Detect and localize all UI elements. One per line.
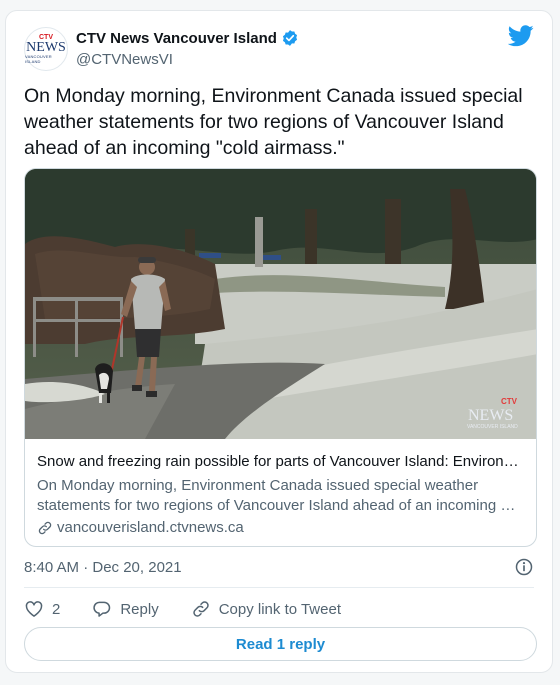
avatar-logo-news: NEWS (26, 40, 66, 55)
copy-link-icon (192, 601, 209, 617)
info-icon[interactable] (514, 557, 534, 577)
link-description: On Monday morning, Environment Canada is… (37, 476, 522, 516)
reply-button[interactable]: Reply (92, 599, 159, 619)
twitter-bird-icon[interactable] (508, 25, 534, 47)
like-count: 2 (52, 600, 61, 618)
reply-label: Reply (120, 600, 159, 618)
avatar-logo-region: VANCOUVER ISLAND (25, 54, 52, 64)
link-preview-body: Snow and freezing rain possible for part… (37, 452, 522, 538)
link-title[interactable]: Snow and freezing rain possible for part… (37, 452, 522, 472)
link-description-line-2: statements for two regions of Vancouver … (37, 497, 516, 514)
tweet-header: CTV NEWS VANCOUVER ISLAND CTV News Vanco… (24, 25, 534, 73)
verified-badge-icon (282, 30, 297, 46)
watermark-region: VANCOUVER ISLAND (467, 424, 518, 430)
watermark-news: NEWS (468, 407, 513, 424)
tweet-timestamp[interactable]: 8:40 AM · Dec 20, 2021 (24, 559, 182, 576)
copy-link-button[interactable]: Copy link to Tweet (191, 599, 341, 619)
copy-link-label: Copy link to Tweet (218, 600, 341, 618)
link-domain-row: vancouverisland.ctvnews.ca (37, 518, 522, 538)
like-button[interactable]: 2 (24, 599, 60, 619)
author-block: CTV News Vancouver Island @CTVNewsVI (76, 29, 299, 68)
tweet-meta: 8:40 AM · Dec 20, 2021 (24, 556, 534, 578)
author-handle[interactable]: @CTVNewsVI (76, 51, 299, 68)
read-replies-button[interactable]: Read 1 reply (24, 627, 537, 661)
tweet-text: On Monday morning, Environment Canada is… (24, 85, 523, 159)
link-description-line-1: On Monday morning, Environment Canada is… (37, 477, 479, 494)
heart-icon (25, 601, 43, 617)
link-domain[interactable]: vancouverisland.ctvnews.ca (57, 518, 244, 538)
tweet-embed-card: CTV NEWS VANCOUVER ISLAND CTV News Vanco… (5, 10, 553, 673)
author-name-row: CTV News Vancouver Island (76, 29, 299, 47)
watermark-ctv: CTV (501, 397, 518, 406)
divider (24, 587, 534, 588)
reply-icon (93, 601, 111, 617)
action-bar: 2 Reply Copy link to Tweet (24, 597, 373, 621)
link-icon (38, 521, 52, 535)
avatar[interactable]: CTV NEWS VANCOUVER ISLAND (24, 27, 68, 71)
article-photo: CTV NEWS VANCOUVER ISLAND (25, 169, 536, 439)
author-name[interactable]: CTV News Vancouver Island (76, 30, 277, 47)
link-preview-card[interactable]: CTV NEWS VANCOUVER ISLAND Snow and freez… (24, 168, 537, 547)
